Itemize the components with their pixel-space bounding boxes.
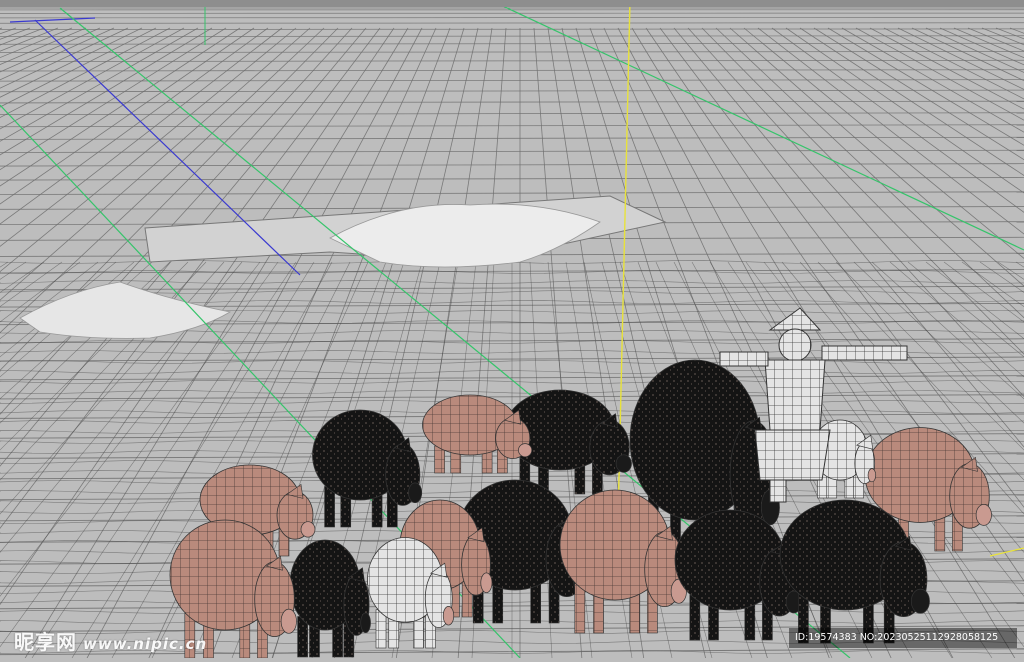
viewport-top-border bbox=[0, 0, 1024, 7]
scene-canvas bbox=[0, 0, 1024, 658]
pig-snout bbox=[408, 483, 421, 503]
watermark-brand: 昵享网 bbox=[14, 630, 77, 654]
pig-snout bbox=[301, 522, 315, 537]
pig-snout bbox=[616, 455, 631, 473]
watermark-url: www.nipic.cn bbox=[83, 635, 207, 653]
pig-snout bbox=[281, 609, 296, 633]
3d-viewport[interactable]: 昵享网 www.nipic.cn ID:19574383 NO:202305251… bbox=[0, 0, 1024, 658]
pig-snout bbox=[443, 606, 454, 625]
figure-head bbox=[779, 329, 811, 361]
pig-snout bbox=[911, 589, 929, 613]
pig-snout bbox=[976, 504, 991, 525]
site-watermark: 昵享网 www.nipic.cn bbox=[14, 626, 207, 655]
figure-arm-right bbox=[822, 346, 907, 360]
figure-leg bbox=[770, 480, 786, 502]
pig-snout bbox=[868, 469, 876, 482]
pig-snout bbox=[481, 573, 492, 593]
pig-snout bbox=[518, 444, 531, 457]
image-id-bar: ID:19574383 NO:20230525112928058125 bbox=[789, 628, 1017, 648]
figure-skirt bbox=[755, 430, 830, 480]
pig-snout bbox=[361, 613, 371, 633]
figure-torso bbox=[765, 360, 825, 430]
figure-arm-left bbox=[720, 352, 768, 366]
pig-leg bbox=[690, 595, 700, 640]
pig-leg bbox=[575, 584, 585, 634]
image-id-text: ID:19574383 NO:20230525112928058125 bbox=[795, 632, 998, 643]
